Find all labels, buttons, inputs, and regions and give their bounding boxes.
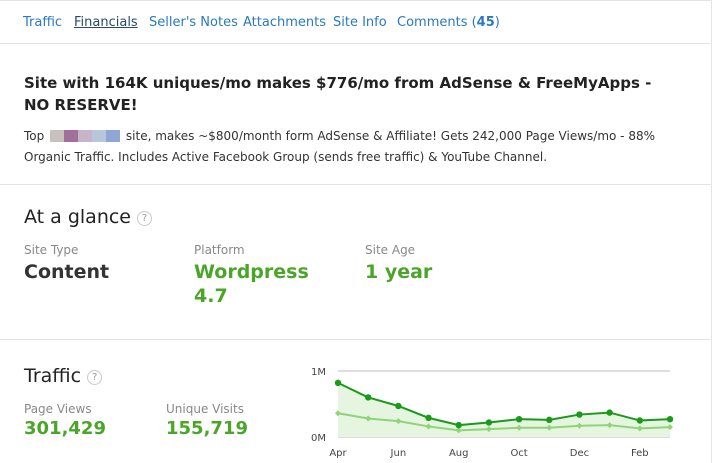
listing-description: Top site, makes ~$800/month form AdSense…: [24, 126, 684, 168]
comments-count: 45: [476, 15, 495, 30]
tab-comments-label: Comments (: [397, 15, 477, 30]
page-views-point: [606, 409, 613, 416]
redacted-block: [106, 130, 121, 142]
traffic-title: Traffic: [24, 365, 82, 387]
x-tick-label: Apr: [329, 448, 347, 459]
tab-comments-suffix: ): [494, 15, 500, 30]
traffic-section: Traffic? Page Views 301,429 Unique Visit…: [0, 345, 712, 463]
tab-comments[interactable]: Comments (45): [397, 15, 500, 30]
listing-title: Site with 164K uniques/mo makes $776/mo …: [24, 74, 652, 114]
listing-page: Traffic Financials Seller's Notes Attach…: [0, 0, 712, 463]
page-views-point: [334, 379, 342, 387]
tab-sellers-notes[interactable]: Seller's Notes: [149, 15, 238, 30]
x-tick-label: Feb: [631, 448, 649, 459]
section-title: Traffic?: [24, 365, 103, 387]
platform-value: Wordpress: [194, 261, 309, 283]
page-views-point: [395, 402, 402, 410]
redacted-block: [78, 130, 93, 142]
tab-traffic[interactable]: Traffic: [23, 15, 62, 30]
traffic-chart: 1M 0MApr Jun Aug Oct Dec Feb: [311, 367, 674, 459]
page-views-point: [576, 411, 583, 418]
site-age-label: Site Age: [365, 243, 416, 257]
site-age-value: 1 year: [365, 261, 433, 283]
page-views-point: [425, 414, 432, 422]
redacted-block: [92, 130, 107, 142]
redacted-site-name: [50, 128, 121, 142]
site-type-label: Site Type: [24, 243, 79, 257]
page-views-value: 301,429: [24, 418, 106, 439]
x-tick-label: Oct: [510, 448, 527, 459]
x-tick-label: Dec: [570, 448, 589, 459]
x-tick-label: Aug: [449, 448, 469, 459]
site-type-value: Content: [24, 261, 110, 283]
tab-financials[interactable]: Financials: [74, 15, 138, 30]
page-views-point: [515, 415, 523, 423]
description-prefix: Top: [24, 129, 45, 143]
page-views-point: [636, 417, 644, 424]
tab-attachments[interactable]: Attachments: [243, 15, 326, 30]
page-views-label: Page Views: [24, 402, 92, 416]
redacted-block: [64, 130, 79, 142]
at-a-glance-title: At a glance: [24, 206, 131, 228]
unique-visits-label: Unique Visits: [166, 402, 244, 416]
unique-visits-value: 155,719: [166, 418, 248, 439]
page-views-point: [364, 394, 372, 401]
y-tick-label: 1M: [311, 367, 326, 378]
listing-summary: Site with 164K uniques/mo makes $776/mo …: [0, 45, 712, 185]
help-icon[interactable]: ?: [137, 211, 152, 226]
x-tick-label: Jun: [390, 448, 407, 459]
y-tick-label: 0M: [311, 433, 326, 444]
section-title: At a glance?: [24, 206, 152, 228]
platform-label: Platform: [194, 243, 245, 257]
page-views-point: [546, 416, 553, 424]
page-views-point: [485, 419, 493, 426]
at-a-glance-section: At a glance? Site Type Content Platform …: [0, 186, 712, 340]
tab-site-info[interactable]: Site Info: [333, 15, 387, 30]
redacted-block: [50, 130, 65, 142]
tab-bar: Traffic Financials Seller's Notes Attach…: [0, 0, 712, 44]
page-views-point: [666, 415, 674, 423]
platform-version: 4.7: [194, 285, 228, 307]
page-views-point: [455, 421, 462, 429]
help-icon[interactable]: ?: [87, 370, 103, 385]
